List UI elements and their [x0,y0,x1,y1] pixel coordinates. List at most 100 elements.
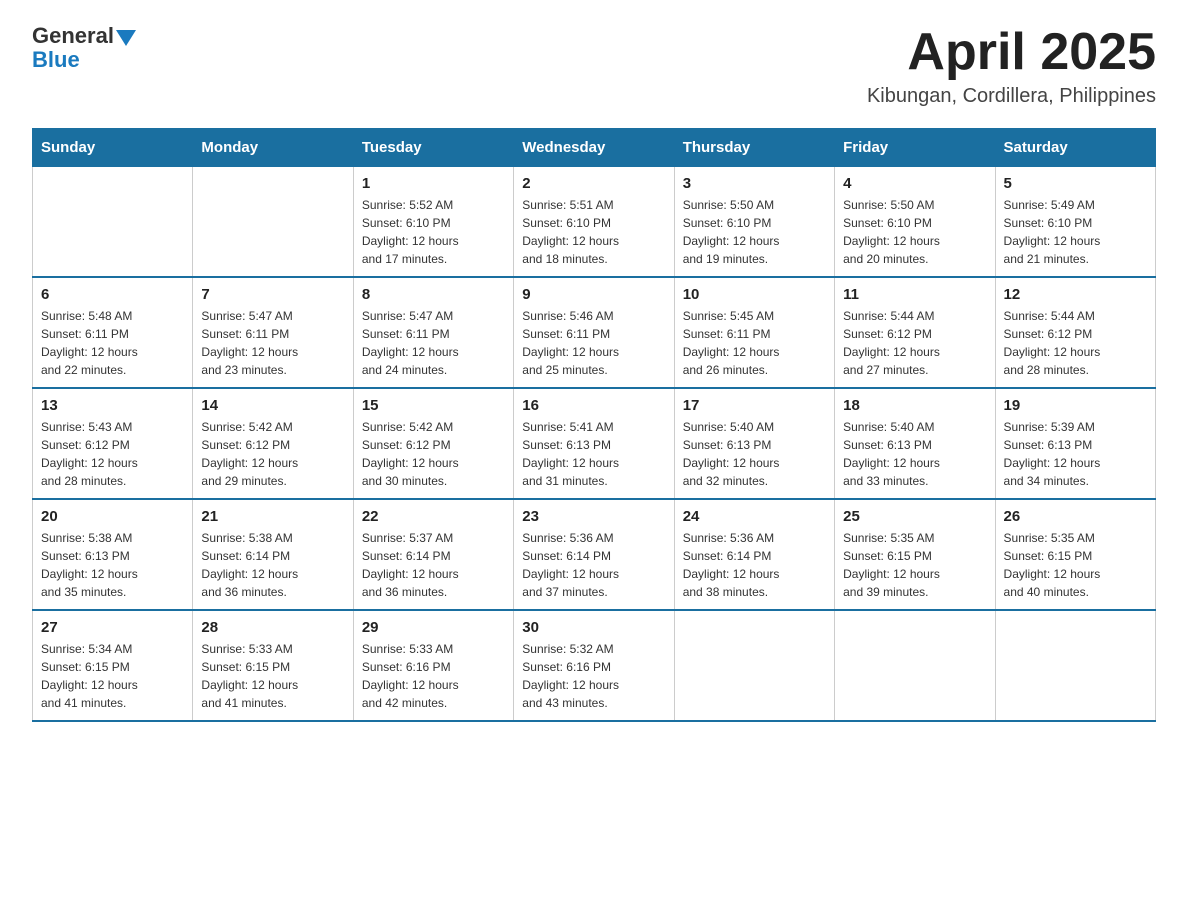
calendar-cell: 3 Sunrise: 5:50 AM Sunset: 6:10 PM Daylig… [674,167,834,278]
day-number: 4 [843,175,986,192]
calendar-cell: 12Sunrise: 5:44 AM Sunset: 6:12 PM Dayli… [995,277,1155,388]
day-info: Sunrise: 5:32 AM Sunset: 6:16 PM Dayligh… [522,640,665,712]
day-info: Sunrise: 5:51 AM Sunset: 6:10 PM Dayligh… [522,196,665,268]
day-info: Sunrise: 5:34 AM Sunset: 6:15 PM Dayligh… [41,640,184,712]
calendar-cell: 5 Sunrise: 5:49 AM Sunset: 6:10 PM Daylig… [995,167,1155,278]
day-info: Sunrise: 5:33 AM Sunset: 6:16 PM Dayligh… [362,640,505,712]
calendar-cell [835,610,995,721]
day-info: Sunrise: 5:33 AM Sunset: 6:15 PM Dayligh… [201,640,344,712]
day-info: Sunrise: 5:48 AM Sunset: 6:11 PM Dayligh… [41,307,184,379]
calendar-cell: 21 Sunrise: 5:38 AM Sunset: 6:14 PM Dayli… [193,499,353,610]
calendar-header-thursday: Thursday [674,129,834,167]
day-info: Sunrise: 5:40 AM Sunset: 6:13 PM Dayligh… [843,418,986,490]
calendar-cell: 26Sunrise: 5:35 AM Sunset: 6:15 PM Dayli… [995,499,1155,610]
calendar-cell: 13 Sunrise: 5:43 AM Sunset: 6:12 PM Dayli… [33,388,193,499]
day-info: Sunrise: 5:37 AM Sunset: 6:14 PM Dayligh… [362,529,505,601]
calendar-header-friday: Friday [835,129,995,167]
day-number: 15 [362,397,505,414]
day-number: 3 [683,175,826,192]
day-number: 2 [522,175,665,192]
day-info: Sunrise: 5:39 AM Sunset: 6:13 PM Dayligh… [1004,418,1147,490]
day-info: Sunrise: 5:47 AM Sunset: 6:11 PM Dayligh… [201,307,344,379]
day-info: Sunrise: 5:52 AM Sunset: 6:10 PM Dayligh… [362,196,505,268]
calendar-cell: 7 Sunrise: 5:47 AM Sunset: 6:11 PM Daylig… [193,277,353,388]
day-number: 10 [683,286,826,303]
day-info: Sunrise: 5:50 AM Sunset: 6:10 PM Dayligh… [683,196,826,268]
calendar-header-row: SundayMondayTuesdayWednesdayThursdayFrid… [33,129,1156,167]
calendar-cell: 27 Sunrise: 5:34 AM Sunset: 6:15 PM Dayli… [33,610,193,721]
day-number: 16 [522,397,665,414]
calendar-cell: 4 Sunrise: 5:50 AM Sunset: 6:10 PM Daylig… [835,167,995,278]
calendar-header-wednesday: Wednesday [514,129,674,167]
day-info: Sunrise: 5:42 AM Sunset: 6:12 PM Dayligh… [362,418,505,490]
day-number: 13 [41,397,184,414]
day-info: Sunrise: 5:45 AM Sunset: 6:11 PM Dayligh… [683,307,826,379]
day-number: 20 [41,508,184,525]
calendar-cell: 15 Sunrise: 5:42 AM Sunset: 6:12 PM Dayli… [353,388,513,499]
calendar-cell: 9 Sunrise: 5:46 AM Sunset: 6:11 PM Daylig… [514,277,674,388]
calendar-cell: 18 Sunrise: 5:40 AM Sunset: 6:13 PM Dayli… [835,388,995,499]
calendar-header-monday: Monday [193,129,353,167]
day-number: 27 [41,619,184,636]
day-info: Sunrise: 5:49 AM Sunset: 6:10 PM Dayligh… [1004,196,1147,268]
calendar-cell: 6 Sunrise: 5:48 AM Sunset: 6:11 PM Daylig… [33,277,193,388]
calendar-cell: 8 Sunrise: 5:47 AM Sunset: 6:11 PM Daylig… [353,277,513,388]
calendar-cell: 30 Sunrise: 5:32 AM Sunset: 6:16 PM Dayli… [514,610,674,721]
day-number: 25 [843,508,986,525]
calendar-cell [33,167,193,278]
calendar-cell: 14 Sunrise: 5:42 AM Sunset: 6:12 PM Dayli… [193,388,353,499]
day-info: Sunrise: 5:42 AM Sunset: 6:12 PM Dayligh… [201,418,344,490]
calendar-cell: 28 Sunrise: 5:33 AM Sunset: 6:15 PM Dayli… [193,610,353,721]
day-info: Sunrise: 5:35 AM Sunset: 6:15 PM Dayligh… [843,529,986,601]
calendar-table: SundayMondayTuesdayWednesdayThursdayFrid… [32,128,1156,722]
day-number: 30 [522,619,665,636]
day-number: 6 [41,286,184,303]
calendar-week-row: 1 Sunrise: 5:52 AM Sunset: 6:10 PM Daylig… [33,167,1156,278]
calendar-cell: 24Sunrise: 5:36 AM Sunset: 6:14 PM Dayli… [674,499,834,610]
day-number: 18 [843,397,986,414]
calendar-header-tuesday: Tuesday [353,129,513,167]
day-number: 29 [362,619,505,636]
calendar-header-saturday: Saturday [995,129,1155,167]
day-number: 11 [843,286,986,303]
day-number: 17 [683,397,826,414]
day-info: Sunrise: 5:47 AM Sunset: 6:11 PM Dayligh… [362,307,505,379]
day-number: 7 [201,286,344,303]
calendar-cell: 17 Sunrise: 5:40 AM Sunset: 6:13 PM Dayli… [674,388,834,499]
day-number: 8 [362,286,505,303]
calendar-cell: 19Sunrise: 5:39 AM Sunset: 6:13 PM Dayli… [995,388,1155,499]
calendar-cell: 1 Sunrise: 5:52 AM Sunset: 6:10 PM Daylig… [353,167,513,278]
calendar-cell: 10 Sunrise: 5:45 AM Sunset: 6:11 PM Dayli… [674,277,834,388]
day-number: 9 [522,286,665,303]
day-info: Sunrise: 5:44 AM Sunset: 6:12 PM Dayligh… [843,307,986,379]
page-title: April 2025 [867,24,1156,81]
day-number: 14 [201,397,344,414]
calendar-cell: 16 Sunrise: 5:41 AM Sunset: 6:13 PM Dayli… [514,388,674,499]
calendar-cell [193,167,353,278]
calendar-week-row: 6 Sunrise: 5:48 AM Sunset: 6:11 PM Daylig… [33,277,1156,388]
day-info: Sunrise: 5:50 AM Sunset: 6:10 PM Dayligh… [843,196,986,268]
calendar-week-row: 27 Sunrise: 5:34 AM Sunset: 6:15 PM Dayli… [33,610,1156,721]
logo-triangle-icon [116,30,136,46]
title-block: April 2025 Kibungan, Cordillera, Philipp… [867,24,1156,108]
calendar-cell: 29 Sunrise: 5:33 AM Sunset: 6:16 PM Dayli… [353,610,513,721]
day-info: Sunrise: 5:36 AM Sunset: 6:14 PM Dayligh… [683,529,826,601]
calendar-cell [674,610,834,721]
day-number: 5 [1004,175,1147,192]
calendar-cell: 11 Sunrise: 5:44 AM Sunset: 6:12 PM Dayli… [835,277,995,388]
calendar-cell: 22Sunrise: 5:37 AM Sunset: 6:14 PM Dayli… [353,499,513,610]
logo-general: General [32,24,114,48]
day-info: Sunrise: 5:41 AM Sunset: 6:13 PM Dayligh… [522,418,665,490]
day-number: 28 [201,619,344,636]
day-info: Sunrise: 5:38 AM Sunset: 6:13 PM Dayligh… [41,529,184,601]
day-info: Sunrise: 5:38 AM Sunset: 6:14 PM Dayligh… [201,529,344,601]
day-info: Sunrise: 5:46 AM Sunset: 6:11 PM Dayligh… [522,307,665,379]
calendar-header-sunday: Sunday [33,129,193,167]
day-info: Sunrise: 5:40 AM Sunset: 6:13 PM Dayligh… [683,418,826,490]
day-number: 26 [1004,508,1147,525]
day-number: 1 [362,175,505,192]
calendar-cell: 20 Sunrise: 5:38 AM Sunset: 6:13 PM Dayli… [33,499,193,610]
calendar-cell: 2 Sunrise: 5:51 AM Sunset: 6:10 PM Daylig… [514,167,674,278]
day-number: 21 [201,508,344,525]
day-info: Sunrise: 5:43 AM Sunset: 6:12 PM Dayligh… [41,418,184,490]
